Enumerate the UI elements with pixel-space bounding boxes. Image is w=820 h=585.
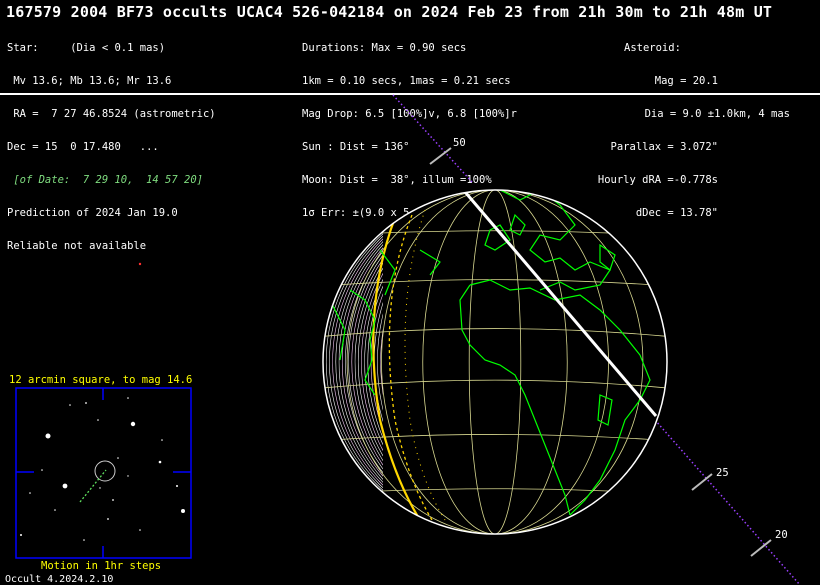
track-tick-50 [429,147,452,165]
finder-chart-title: 12 arcmin square, to mag 14.6 [9,374,193,386]
software-version: Occult 4.2024.2.10 [5,574,114,585]
red-marker-dot [138,262,142,266]
motion-steps-line [79,469,107,503]
track-label-mid: 25 [716,467,729,479]
target-star-ring [94,460,116,482]
track-tick-20 [750,539,772,557]
track-label-top: 50 [453,137,466,149]
earth-globe [322,189,668,535]
track-tick-25 [691,473,713,491]
occultation-map [15,94,801,585]
track-label-bottom: 20 [775,529,788,541]
finder-motion-note: Motion in 1hr steps [41,560,162,572]
star-finder-chart [15,387,192,559]
finder-stars [20,397,185,541]
